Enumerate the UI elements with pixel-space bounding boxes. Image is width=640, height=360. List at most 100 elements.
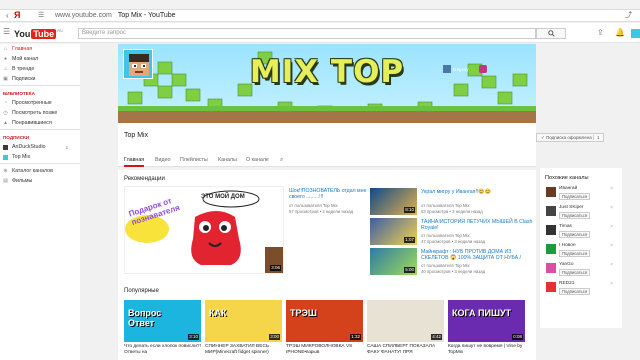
channel-avatar[interactable]	[546, 187, 556, 197]
channel-avatar[interactable]	[546, 282, 556, 292]
sidebar-bottom-item[interactable]: ▤ Фильмы	[0, 176, 80, 186]
similar-channel[interactable]: Just SKiper Подписаться ×	[546, 205, 618, 223]
video-thumbnail[interactable]: 1:07	[370, 218, 417, 245]
library-item[interactable]: ◷ Посмотреть позже	[0, 108, 80, 118]
featured-video-thumbnail[interactable]: ЭТО МОЙ ДОМ Подарок от познавателя 3:06	[124, 186, 284, 274]
back-icon[interactable]: ‹	[6, 11, 9, 21]
video-title[interactable]: Что делать если хлопок повисли?! Ответы …	[124, 344, 201, 355]
subscribe-button[interactable]: ✓ Подписка оформлена 1	[536, 133, 604, 142]
channel-avatar[interactable]	[546, 263, 556, 273]
subscription-label: AnDuckStudio	[12, 144, 46, 150]
popular-video[interactable]: ТРЭШ 1:32 ТРЭШ МИКРОВОЛНОВКА VS IPHONE•взр…	[286, 300, 363, 360]
subscription-item[interactable]: Top Mix	[0, 152, 80, 162]
tab-home[interactable]: Главная	[124, 155, 145, 167]
similar-channel[interactable]: RED21 Подписаться ×	[546, 281, 618, 299]
close-icon[interactable]: ×	[610, 186, 613, 192]
channel-avatar[interactable]	[546, 206, 556, 216]
video-duration: 3:00	[269, 334, 280, 340]
subscribe-button[interactable]: Подписаться	[559, 288, 591, 295]
video-thumbnail[interactable]: 8:10	[370, 188, 417, 215]
library-item[interactable]: ◔ Просмотренные	[0, 98, 80, 108]
channel-name[interactable]: Timas	[559, 224, 572, 229]
recommended-video[interactable]: 5:00 Майнкрафт : НУБ ПРОТИВ ДОМА ИЗ СКЕЛЕ…	[370, 248, 535, 275]
url-field[interactable]: www.youtube.com Top Mix - YouTube	[55, 12, 176, 20]
featured-video-title[interactable]: Шок!!ПОЗНОВАТЕЛЬ отдал мне своего ......…	[289, 188, 367, 200]
search-icon[interactable]: ⌕	[280, 155, 283, 165]
page-title: Top Mix - YouTube	[117, 12, 176, 19]
video-title[interactable]: САША СПИЛБЕРГ ПОКАЗАЛА ФАКУ ФАНАТУ! ПРЯ	[367, 344, 444, 355]
video-title[interactable]: ТАИНА!ИСТОРИЯ ЛЕТУЧИХ МЫШЕЙ В Clash Roya…	[421, 219, 535, 231]
video-thumbnail[interactable]: КАК 3:00	[205, 300, 282, 342]
browser-address-bar: ‹ Я ☰ www.youtube.com Top Mix - YouTube ⤴	[0, 10, 640, 22]
video-title[interactable]: ТРЭШ МИКРОВОЛНОВКА VS IPHONE•взрыв	[286, 344, 363, 355]
subscribe-button[interactable]: Подписаться	[559, 212, 591, 219]
subscribe-button[interactable]: Подписаться	[559, 269, 591, 276]
similar-channel[interactable]: Ивангай Подписаться ×	[546, 186, 618, 204]
share-icon[interactable]: ⤴	[625, 11, 632, 21]
sidebar-bottom-item[interactable]: ⊕ Каталог каналов	[0, 166, 80, 176]
vk-icon[interactable]	[443, 65, 451, 73]
similar-channel[interactable]: I Новое Подписаться ×	[546, 243, 618, 261]
sidebar-item[interactable]: ♨ В тренде	[0, 64, 80, 74]
video-thumbnail[interactable]: 4:42	[367, 300, 444, 342]
recommended-video[interactable]: 1:07 ТАИНА!ИСТОРИЯ ЛЕТУЧИХ МЫШЕЙ В Clash …	[370, 218, 535, 245]
channel-avatar[interactable]	[546, 244, 556, 254]
video-thumbnail[interactable]: ТРЭШ 1:32	[286, 300, 363, 342]
channel-tabs: Главная Видео Плейлисты Каналы О канале …	[118, 153, 536, 167]
popular-video[interactable]: 4:42 САША СПИЛБЕРГ ПОКАЗАЛА ФАКУ ФАНАТУ! …	[367, 300, 444, 360]
channel-name[interactable]: RED21	[559, 281, 574, 286]
close-icon[interactable]: ×	[610, 262, 613, 268]
featured-video-info: Шок!!ПОЗНОВАТЕЛЬ отдал мне своего ......…	[289, 188, 367, 214]
popular-video[interactable]: Вопрос Ответ 3:10 Что делать если хлопок п…	[124, 300, 201, 360]
subscribe-button[interactable]: Подписаться	[559, 193, 591, 200]
similar-channel[interactable]: YanGo Подписаться ×	[546, 262, 618, 280]
close-icon[interactable]: ×	[610, 224, 613, 230]
youtube-logo[interactable]: You Tube RU	[14, 28, 63, 39]
video-views: 40 просмотров • 3 недели назад	[421, 268, 486, 274]
video-thumbnail[interactable]: 5:00	[370, 248, 417, 275]
thumbs-up-icon: ▲	[3, 119, 8, 126]
sidebar-item[interactable]: ⌂ Главная	[0, 44, 80, 54]
tab-about[interactable]: О канале	[246, 155, 269, 165]
channel-avatar[interactable]	[546, 225, 556, 235]
instagram-icon[interactable]	[478, 65, 487, 73]
video-thumbnail[interactable]: КОГА ПИШУТ 0:08	[448, 300, 525, 342]
bell-icon[interactable]: 🔔	[615, 28, 625, 38]
subscribe-button[interactable]: Подписаться	[559, 250, 591, 257]
sidebar-item[interactable]: ▣ Подписки	[0, 74, 80, 84]
video-title[interactable]: Когда пишут не вовремя | Vine by TopMix	[448, 344, 525, 355]
browser-logo[interactable]: Я	[14, 10, 20, 20]
close-icon[interactable]: ×	[610, 281, 613, 287]
channel-name[interactable]: Top Mix	[124, 132, 148, 139]
popular-video[interactable]: КОГА ПИШУТ 0:08 Когда пишут не вовремя | V…	[448, 300, 525, 360]
video-title[interactable]: Украл мигру у Ивангая!!😊😊	[421, 189, 535, 195]
video-title[interactable]: СПИННЕР ЗАХВАТИЛ ВЕСЬ МИР(Minecraft fidg…	[205, 344, 282, 355]
library-item-label: Посмотреть позже	[12, 110, 58, 116]
tab-videos[interactable]: Видео	[155, 155, 170, 165]
sidebar-item-label: Мой канал	[12, 56, 39, 62]
popular-video[interactable]: КАК 3:00 СПИННЕР ЗАХВАТИЛ ВЕСЬ МИР(Minecra…	[205, 300, 282, 360]
close-icon[interactable]: ×	[610, 205, 613, 211]
subscribe-button[interactable]: Подписаться	[559, 231, 591, 238]
menu-icon[interactable]: ☰	[3, 27, 10, 37]
tab-playlists[interactable]: Плейлисты	[180, 155, 208, 165]
subscription-item[interactable]: AnDuckStudio 2	[0, 142, 80, 152]
recommended-video[interactable]: 8:10 Украл мигру у Ивангая!!😊😊 от пользова…	[370, 188, 535, 215]
similar-channel[interactable]: Timas Подписаться ×	[546, 224, 618, 242]
search-button[interactable]	[536, 28, 566, 39]
channel-name[interactable]: Just SKiper	[559, 205, 584, 210]
close-icon[interactable]: ×	[610, 243, 613, 249]
upload-icon[interactable]: ⇪	[597, 28, 604, 38]
channel-name[interactable]: YanGo	[559, 262, 574, 267]
channel-name[interactable]: Ивангай	[559, 186, 577, 191]
avatar[interactable]	[631, 29, 640, 38]
video-title[interactable]: Майнкрафт : НУБ ПРОТИВ ДОМА ИЗ СКЕЛЕТОВ …	[421, 249, 535, 261]
video-thumbnail[interactable]: Вопрос Ответ 3:10	[124, 300, 201, 342]
tab-channels[interactable]: Каналы	[218, 155, 237, 165]
channel-name[interactable]: I Новое	[559, 243, 576, 248]
banner-link-text[interactable]: В вусху	[453, 67, 469, 72]
search-input[interactable]: Введите запрос	[78, 28, 536, 39]
library-item[interactable]: ▲ Понравившиеся	[0, 118, 80, 128]
video-meta: от пользователя Top Mix 40 просмотров • 3…	[421, 263, 485, 274]
sidebar-item[interactable]: ● Мой канал	[0, 54, 80, 64]
